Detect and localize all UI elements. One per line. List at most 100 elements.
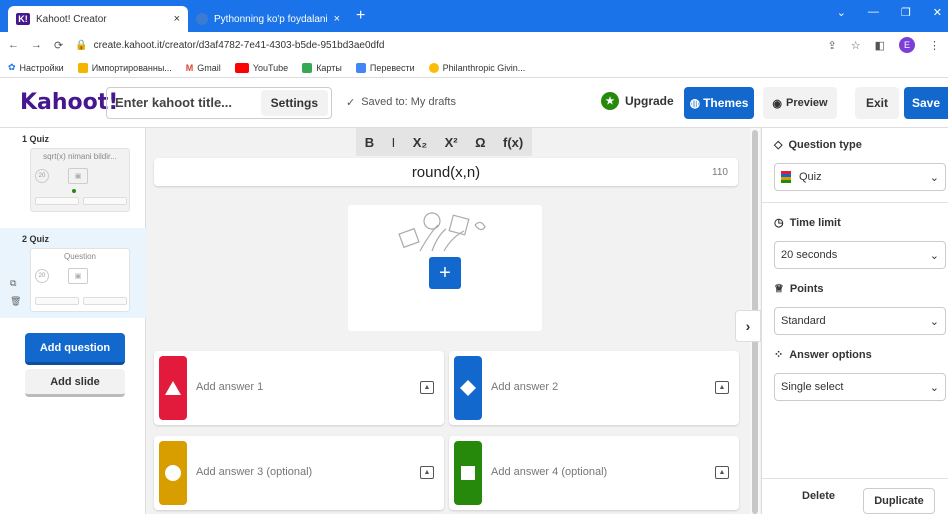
chevron-down-icon[interactable]: ⌄ [837, 6, 846, 19]
themes-label: Themes [703, 96, 749, 110]
close-window-icon[interactable]: ✕ [933, 6, 942, 19]
heart-icon [428, 62, 439, 73]
time-limit-select[interactable]: 20 seconds ⌄ [774, 241, 946, 269]
tab-title: Kahoot! Creator [36, 13, 107, 25]
kahoot-title-input[interactable]: Enter kahoot title... Settings [106, 86, 332, 119]
image-upload-icon[interactable]: ▲ [420, 466, 434, 479]
answer-options-section: ⁘ Answer options Single select ⌄ [774, 348, 946, 401]
divider [762, 478, 948, 479]
close-tab-icon[interactable]: × [174, 13, 180, 25]
section-label: Question type [788, 138, 862, 151]
add-media-button[interactable]: + [429, 257, 461, 289]
gmail-icon: M [185, 62, 194, 73]
delete-button[interactable]: Delete [802, 490, 835, 502]
new-tab-button[interactable]: + [356, 7, 365, 25]
question-editor: B I X₂ X² Ω f(x) round(x,n) 110 + Add an… [146, 128, 760, 514]
python-favicon-icon [196, 13, 208, 25]
question-text: round(x,n) [411, 163, 481, 181]
chevron-right-icon[interactable]: › [735, 310, 761, 342]
slide-thumbnail[interactable]: Question 20 ▣ [30, 248, 130, 312]
minimize-icon[interactable]: — [868, 6, 879, 19]
bookmark-translate[interactable]: Перевести [355, 62, 415, 73]
italic-button[interactable]: I [392, 135, 396, 150]
answer-placeholder [35, 197, 79, 205]
add-slide-button[interactable]: Add slide [25, 369, 125, 397]
profile-avatar[interactable]: E [899, 37, 915, 53]
equation-button[interactable]: f(x) [503, 135, 523, 150]
slide-2[interactable]: 2 Quiz ⧉ 🗑 Question 20 ▣ [0, 228, 146, 318]
add-question-button[interactable]: Add question [25, 333, 125, 365]
settings-button[interactable]: Settings [260, 89, 328, 116]
back-icon[interactable]: ← [8, 39, 19, 51]
timer-icon: 20 [35, 269, 49, 283]
bookmark-settings[interactable]: ✿ Настройки [8, 62, 64, 73]
close-tab-icon[interactable]: × [334, 13, 340, 25]
upgrade-button[interactable]: ★ Upgrade [601, 92, 674, 110]
exit-button[interactable]: Exit [855, 87, 899, 119]
kahoot-logo[interactable]: Kahoot! [20, 90, 118, 115]
sidepanel-icon[interactable]: ◧ [875, 39, 885, 52]
slide-1[interactable]: 1 Quiz sqrt(x) nimani bildir... 20 ▣ [0, 128, 146, 218]
save-status: ✓ Saved to: My drafts [346, 96, 456, 109]
tab-python[interactable]: Pythonning ko'p foydalaniladiga × [188, 6, 348, 32]
bookmark-youtube[interactable]: YouTube [234, 62, 288, 73]
answer-placeholder [35, 297, 79, 305]
answer-4[interactable]: Add answer 4 (optional) ▲ [449, 436, 739, 510]
timer-icon: 20 [35, 169, 49, 183]
bookmark-imported[interactable]: Импортированны... [77, 62, 172, 73]
slide-thumbnail[interactable]: sqrt(x) nimani bildir... 20 ▣ [30, 148, 130, 212]
duplicate-button[interactable]: Duplicate [863, 488, 935, 514]
menu-icon[interactable]: ⋮ [929, 39, 940, 52]
restore-icon[interactable]: ❐ [901, 6, 911, 19]
bookmark-maps[interactable]: Карты [302, 62, 342, 73]
youtube-icon [234, 62, 249, 73]
image-upload-icon[interactable]: ▲ [715, 381, 729, 394]
themes-button[interactable]: ◍ Themes [684, 87, 754, 119]
star-icon[interactable]: ☆ [851, 39, 861, 52]
bold-button[interactable]: B [365, 135, 374, 150]
answer-options-select[interactable]: Single select ⌄ [774, 373, 946, 401]
image-icon: ▣ [68, 268, 88, 284]
question-input[interactable]: round(x,n) 110 [154, 158, 738, 186]
bookmark-label: Philanthropic Givin... [442, 62, 526, 73]
save-button[interactable]: Save [904, 87, 948, 119]
question-type-select[interactable]: Quiz ⌄ [774, 163, 946, 191]
answer-placeholder: Add answer 1 [196, 381, 264, 393]
bookmark-gmail[interactable]: M Gmail [186, 63, 221, 73]
answer-1[interactable]: Add answer 1 ▲ [154, 351, 444, 425]
points-select[interactable]: Standard ⌄ [774, 307, 946, 335]
answer-2[interactable]: Add answer 2 ▲ [449, 351, 739, 425]
translate-icon [355, 62, 366, 73]
url-text: create.kahoot.it/creator/d3af4782-7e41-4… [93, 39, 385, 51]
browser-tab-bar: K! Kahoot! Creator × Pythonning ko'p foy… [0, 0, 948, 32]
quiz-icon [781, 171, 791, 183]
media-upload-area[interactable]: + [348, 205, 542, 331]
bookmark-label: Настройки [19, 62, 64, 73]
bookmark-philanthropic[interactable]: Philanthropic Givin... [428, 62, 526, 73]
answer-placeholder [83, 197, 127, 205]
image-upload-icon[interactable]: ▲ [715, 466, 729, 479]
bookmark-label: Карты [316, 62, 342, 73]
tab-kahoot-creator[interactable]: K! Kahoot! Creator × [8, 6, 188, 32]
answer-3[interactable]: Add answer 3 (optional) ▲ [154, 436, 444, 510]
forward-icon[interactable]: → [31, 39, 42, 51]
square-icon [454, 441, 482, 505]
trash-icon[interactable]: 🗑 [10, 296, 21, 307]
select-value: 20 seconds [781, 249, 838, 261]
gear-icon: ✿ [8, 62, 16, 72]
slide-label: 1 Quiz [22, 134, 50, 144]
chevron-down-icon: ⌄ [929, 315, 939, 328]
palette-icon: ◍ [689, 96, 701, 110]
bookmark-label: Gmail [197, 62, 221, 73]
duplicate-icon[interactable]: ⧉ [10, 278, 16, 289]
share-icon[interactable]: ⇪ [828, 39, 837, 52]
image-icon: ▣ [68, 168, 88, 184]
image-upload-icon[interactable]: ▲ [420, 381, 434, 394]
url-field[interactable]: 🔒 create.kahoot.it/creator/d3af4782-7e41… [75, 40, 815, 51]
superscript-button[interactable]: X² [445, 135, 458, 150]
reload-icon[interactable]: ⟳ [54, 39, 63, 52]
subscript-button[interactable]: X₂ [413, 135, 427, 150]
special-characters-button[interactable]: Ω [475, 135, 485, 150]
preview-button[interactable]: ◉ Preview [763, 87, 837, 119]
eye-icon: ◉ [772, 97, 782, 110]
